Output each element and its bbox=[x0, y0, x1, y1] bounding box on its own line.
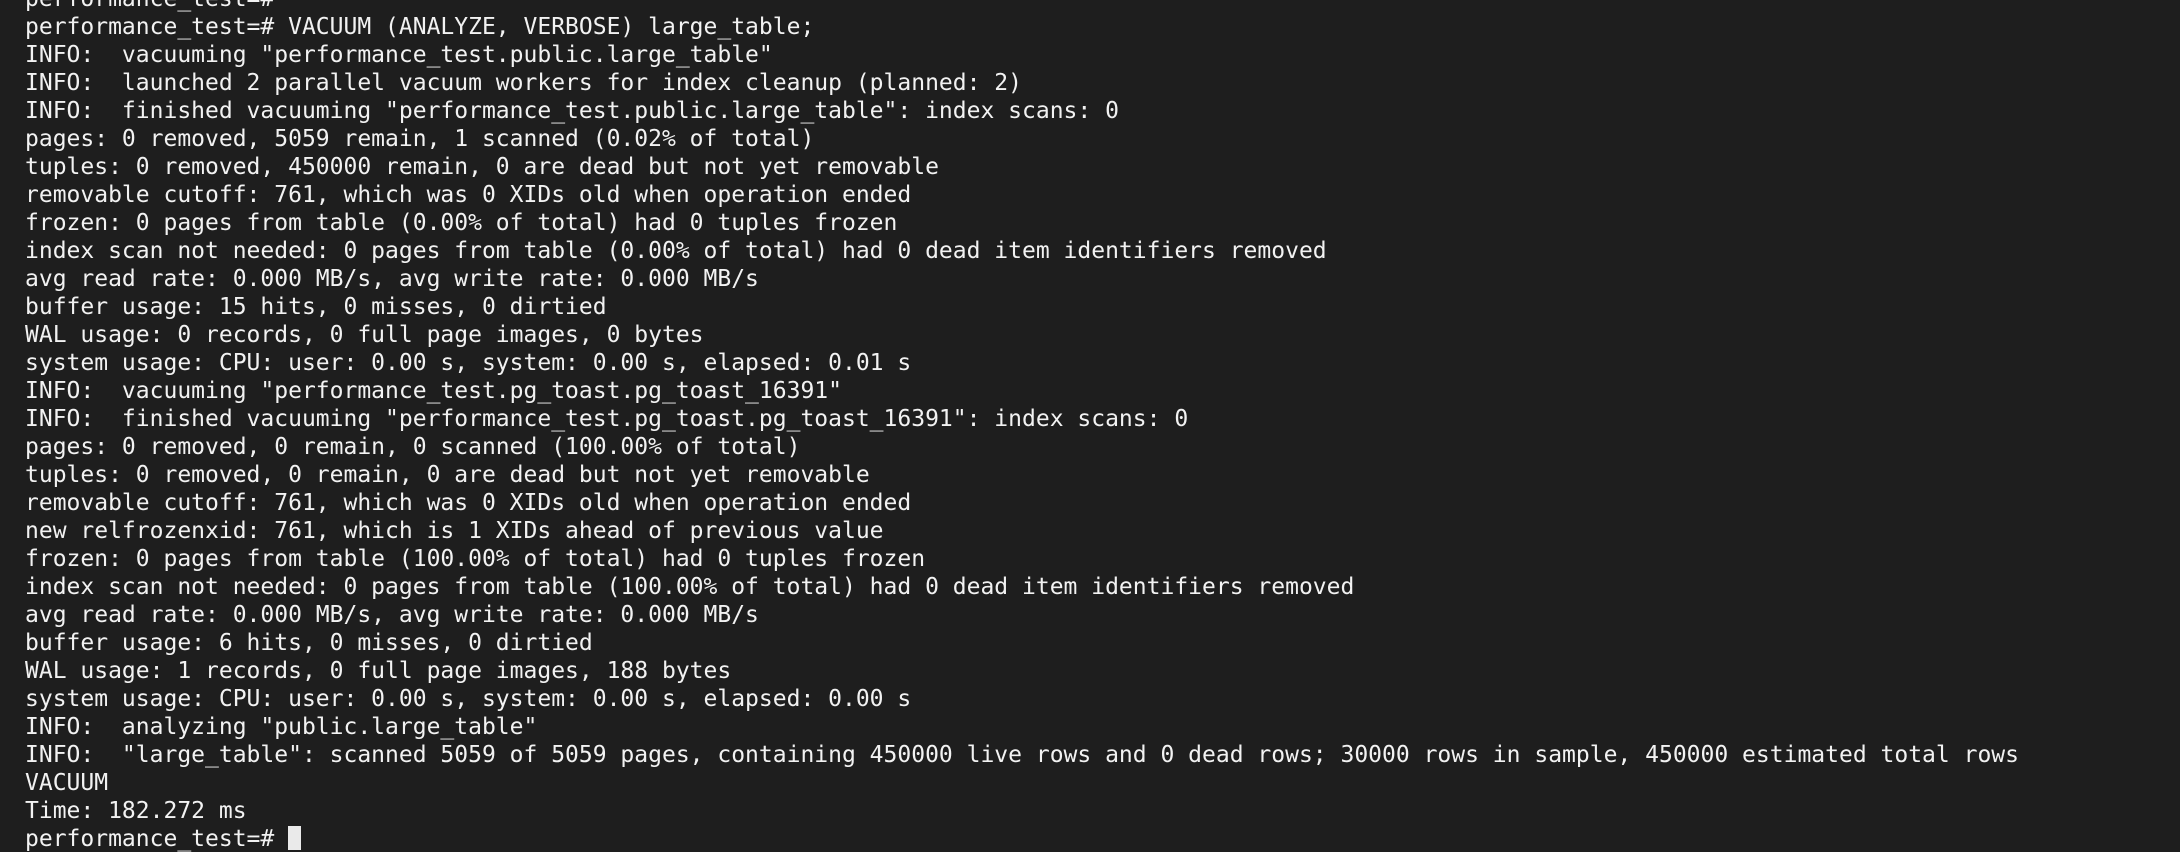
terminal-output: performance_test=# performance_test=# VA… bbox=[25, 0, 2180, 852]
output-line: avg read rate: 0.000 MB/s, avg write rat… bbox=[25, 602, 759, 628]
output-line: INFO: finished vacuuming "performance_te… bbox=[25, 98, 1119, 124]
output-line: frozen: 0 pages from table (100.00% of t… bbox=[25, 546, 926, 572]
output-line: avg read rate: 0.000 MB/s, avg write rat… bbox=[25, 266, 759, 292]
output-line: VACUUM bbox=[25, 770, 109, 796]
output-line: index scan not needed: 0 pages from tabl… bbox=[25, 238, 1327, 264]
output-line: Time: 182.272 ms bbox=[25, 798, 247, 824]
output-line: WAL usage: 0 records, 0 full page images… bbox=[25, 322, 704, 348]
output-line: buffer usage: 6 hits, 0 misses, 0 dirtie… bbox=[25, 630, 593, 656]
output-line: pages: 0 removed, 5059 remain, 1 scanned… bbox=[25, 126, 815, 152]
output-line: tuples: 0 removed, 0 remain, 0 are dead … bbox=[25, 462, 870, 488]
prompt-text: performance_test=# bbox=[25, 826, 289, 852]
output-line: INFO: launched 2 parallel vacuum workers… bbox=[25, 70, 1022, 96]
output-line: INFO: analyzing "public.large_table" bbox=[25, 714, 538, 740]
active-prompt-line[interactable]: performance_test=# bbox=[25, 825, 2180, 852]
output-line: INFO: vacuuming "performance_test.public… bbox=[25, 42, 773, 68]
output-line: new relfrozenxid: 761, which is 1 XIDs a… bbox=[25, 518, 884, 544]
output-line: pages: 0 removed, 0 remain, 0 scanned (1… bbox=[25, 434, 801, 460]
output-line: system usage: CPU: user: 0.00 s, system:… bbox=[25, 350, 912, 376]
output-line: performance_test=# bbox=[25, 0, 2180, 13]
output-line: tuples: 0 removed, 450000 remain, 0 are … bbox=[25, 154, 939, 180]
output-line: index scan not needed: 0 pages from tabl… bbox=[25, 574, 1355, 600]
terminal-window[interactable]: performance_test=# performance_test=# VA… bbox=[0, 0, 2180, 852]
output-line: INFO: "large_table": scanned 5059 of 505… bbox=[25, 742, 2019, 768]
output-line: removable cutoff: 761, which was 0 XIDs … bbox=[25, 490, 912, 516]
output-line: WAL usage: 1 records, 0 full page images… bbox=[25, 658, 732, 684]
output-line: removable cutoff: 761, which was 0 XIDs … bbox=[25, 182, 912, 208]
output-line: INFO: vacuuming "performance_test.pg_toa… bbox=[25, 378, 842, 404]
text-cursor bbox=[288, 826, 302, 850]
output-line: system usage: CPU: user: 0.00 s, system:… bbox=[25, 686, 912, 712]
output-line: frozen: 0 pages from table (0.00% of tot… bbox=[25, 210, 898, 236]
command-line: performance_test=# VACUUM (ANALYZE, VERB… bbox=[25, 14, 815, 40]
output-line: buffer usage: 15 hits, 0 misses, 0 dirti… bbox=[25, 294, 607, 320]
output-line: INFO: finished vacuuming "performance_te… bbox=[25, 406, 1189, 432]
